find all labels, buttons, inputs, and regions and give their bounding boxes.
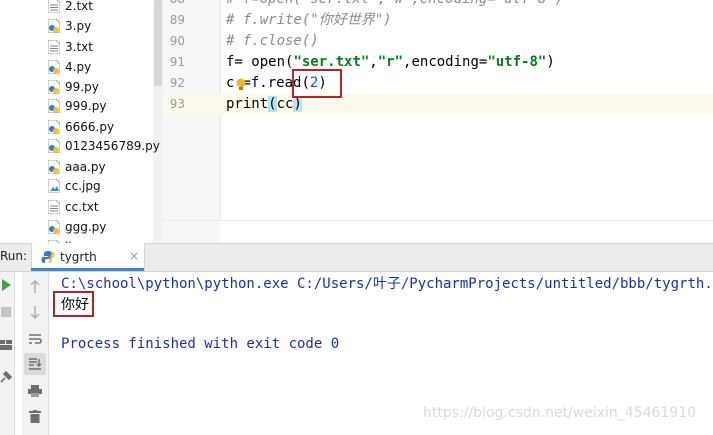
code-line[interactable]: f= open("ser.txt","r",encoding="utf-8") [226,52,555,73]
layout-icon[interactable] [0,336,15,354]
down-arrow-icon[interactable] [26,303,44,321]
tree-file-label: aaa.py [65,160,106,174]
stop-icon[interactable] [0,303,15,321]
code-token: "你好世界" [310,12,384,28]
tree-file-item[interactable]: 0123456789.py [48,136,160,156]
scroll-to-end-icon[interactable] [24,353,46,375]
tree-file-item[interactable]: 2.txt [48,0,93,16]
run-icon[interactable] [0,276,15,294]
code-token: # f.write( [226,12,311,28]
python-file-icon [48,220,60,234]
editor-bottom-separator [163,220,713,221]
tree-file-item[interactable]: 999.py [48,96,106,116]
code-line[interactable]: # f.write("你好世界") [226,10,392,31]
tree-file-item[interactable]: 3.txt [48,37,93,57]
tree-file-label: 4.py [65,60,92,74]
line-number: 92 [169,76,185,90]
string-literal: "utf-8" [487,54,547,70]
python-file-icon [48,99,60,113]
text-file-icon [48,0,60,13]
line-number: 88 [163,0,185,10]
string-literal: "ser.txt" [293,54,370,70]
image-file-icon [48,179,60,193]
close-icon[interactable]: × [129,249,139,263]
code-token: print [226,96,269,112]
tree-file-item[interactable]: cc.jpg [48,176,101,196]
string-literal: "r" [377,54,404,70]
tree-file-label: 99.py [65,80,99,94]
lightbulb-icon[interactable] [235,78,247,92]
console-exit-message: Process finished with exit code 0 [61,336,340,352]
line-number: 89 [169,13,185,27]
tree-file-label: cc.txt [65,200,99,214]
code-token: ) [383,12,392,28]
code-token: cc [276,96,294,112]
code-line[interactable]: print(cc) [226,94,302,115]
project-tree-scrollbar[interactable] [153,0,163,243]
tree-file-label: 2.txt [65,0,93,13]
tree-file-label: 999.py [65,99,107,113]
python-file-icon [48,139,60,153]
tree-file-item[interactable]: cc.txt [48,197,99,217]
line-number: 91 [169,55,185,69]
tree-file-label: 3.py [65,19,92,33]
pin-icon[interactable] [0,368,15,386]
annotation-box-read-call [292,69,342,98]
line-number: 90 [169,34,185,48]
code-line[interactable]: # f.close() [226,31,319,52]
python-file-icon [48,19,60,33]
tree-file-item[interactable]: 6666.py [48,117,114,137]
run-tab-label: tygrth [60,250,97,264]
tree-file-label: cc.jpg [65,179,101,193]
tree-file-item[interactable]: ggg.py [48,217,106,237]
tree-file-label: 0123456789.py [65,139,160,153]
tree-file-item[interactable]: aaa.py [48,157,106,177]
text-file-icon [48,200,60,214]
tree-file-item[interactable]: 4.py [48,57,91,77]
python-file-icon [48,120,60,134]
console-command: C:\school\python\python.exe C:/Users/叶子/… [61,276,713,292]
tree-file-item[interactable]: 99.py [48,77,99,97]
tree-file-label: 6666.py [65,120,115,134]
watermark: https://blog.csdn.net/weixin_45461910 [423,405,697,421]
soft-wrap-icon[interactable] [26,330,44,348]
bracket-match: ) [293,96,302,112]
run-tab-underline [31,268,144,271]
code-token: ,encoding= [403,54,488,70]
line-number: 93 [169,97,185,111]
code-token: c [226,75,235,91]
print-icon[interactable] [26,382,44,400]
tree-file-label: 3.txt [65,40,93,54]
code-token: f= open( [226,54,294,70]
project-tree-scroll-thumb[interactable] [154,0,162,86]
trash-icon[interactable] [26,407,44,425]
code-token: ) [546,54,555,70]
code-token: , [369,54,378,70]
up-arrow-icon[interactable] [26,278,44,296]
annotation-box-output [53,291,94,317]
tree-file-label: ggg.py [65,220,107,234]
tree-file-item[interactable]: 3.py [48,16,91,36]
code-line[interactable]: # f=open("ser.txt","w",encoding="utf-8") [226,0,563,10]
text-file-icon [48,40,60,54]
python-file-icon [41,251,55,263]
python-file-icon [48,60,60,74]
bracket-match: ( [268,96,277,112]
run-label: Run: [0,249,28,263]
python-file-icon [48,160,60,174]
python-file-icon [48,80,60,94]
